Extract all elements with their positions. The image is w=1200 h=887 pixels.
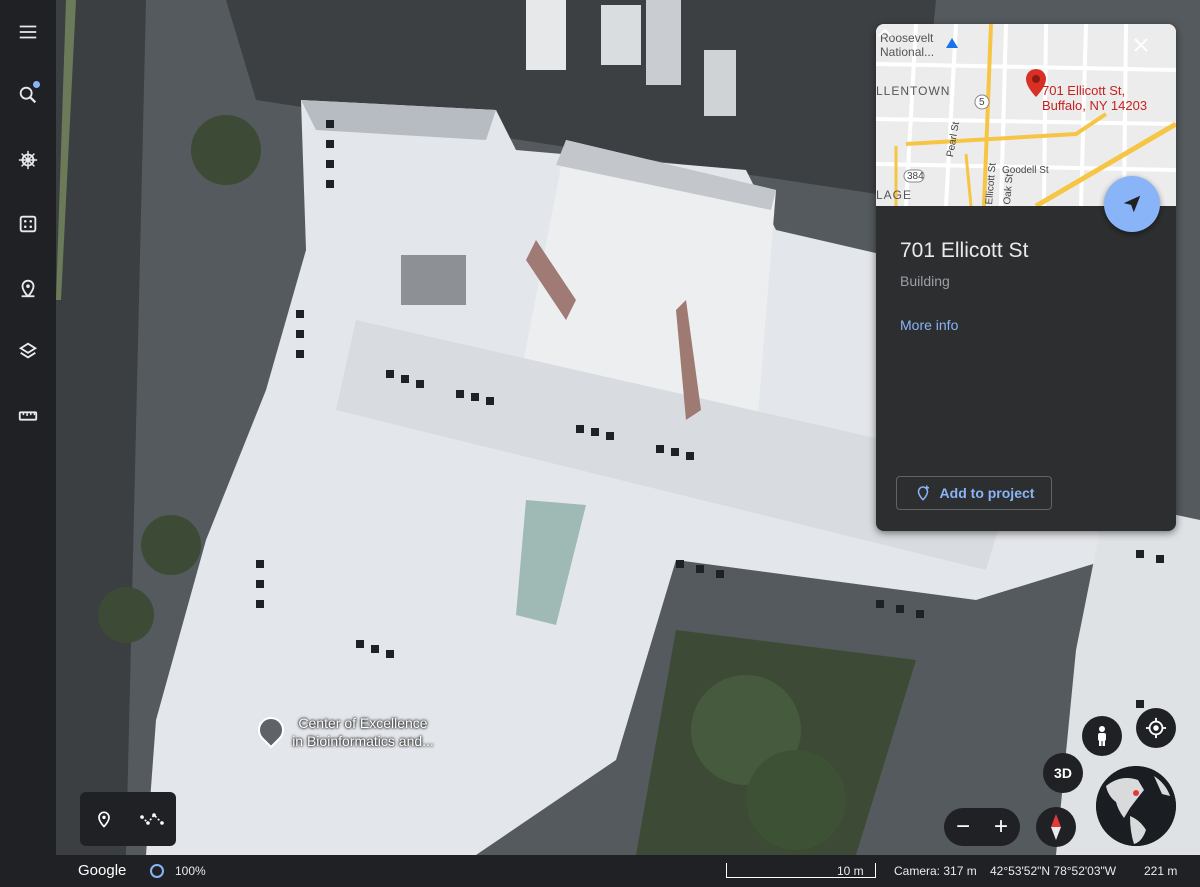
compass-button[interactable]	[1036, 807, 1076, 847]
projects-button[interactable]	[8, 268, 48, 308]
minimap-route-5: 5	[979, 97, 985, 108]
my-location-button[interactable]	[1136, 708, 1176, 748]
minimap-street-goodell: Goodell St	[1002, 165, 1049, 176]
close-icon	[1134, 38, 1148, 52]
menu-icon	[19, 25, 37, 39]
zoom-in-button[interactable]: +	[986, 815, 1016, 839]
compass-icon	[1051, 814, 1061, 840]
map-style-button[interactable]	[8, 331, 48, 371]
status-bar: Google 100% 10 m Camera: 317 m 42°53'52"…	[56, 855, 1200, 887]
menu-button[interactable]	[8, 12, 48, 52]
ruler-icon	[18, 411, 38, 421]
scale-label: 10 m	[837, 864, 864, 878]
pegman-button[interactable]	[1082, 716, 1122, 756]
minimap-address-line1: 701 Ellicott St,	[1042, 83, 1126, 98]
google-logo: Google	[78, 862, 127, 879]
minimap-district: LLENTOWN	[876, 84, 951, 98]
place-type: Building	[900, 273, 950, 289]
voyager-button[interactable]	[8, 140, 48, 180]
drawing-tools-panel	[80, 792, 176, 846]
measure-button[interactable]	[8, 396, 48, 436]
add-placemark-button[interactable]	[86, 801, 122, 837]
close-card-button[interactable]	[1132, 36, 1164, 68]
directions-button[interactable]	[1104, 176, 1160, 232]
notification-dot	[33, 81, 40, 88]
feeling-lucky-button[interactable]	[8, 204, 48, 244]
load-percentage: 100%	[175, 864, 206, 878]
pegman-icon	[1098, 726, 1106, 746]
draw-path-button[interactable]	[134, 801, 170, 837]
minimap-address-line2: Buffalo, NY 14203	[1042, 98, 1148, 113]
dice-icon	[19, 215, 37, 233]
elevation: 221 m	[1144, 864, 1178, 878]
camera-altitude: Camera: 317 m	[894, 864, 977, 878]
placemark-icon	[98, 811, 110, 828]
coordinates: 42°53'52"N 78°52'03"W	[990, 864, 1117, 878]
zoom-controls: − +	[944, 808, 1020, 846]
place-info-card: Roosevelt National... LLENTOWN LAGE 5 38…	[876, 24, 1176, 531]
add-to-project-label: Add to project	[939, 485, 1035, 501]
minimap-district-2: LAGE	[876, 188, 913, 202]
place-title: 701 Ellicott St	[900, 239, 1029, 262]
zoom-out-button[interactable]: −	[948, 815, 978, 839]
layers-icon	[18, 342, 38, 359]
crosshair-icon	[1145, 717, 1167, 739]
map-pin-icon	[21, 279, 35, 298]
globe-icon	[1096, 766, 1176, 846]
place-label[interactable]: Center of Excellence in Bioinformatics a…	[238, 711, 488, 750]
toggle-3d-label: 3D	[1054, 765, 1072, 781]
globe-navigator[interactable]	[1096, 766, 1176, 846]
add-location-icon	[917, 485, 929, 501]
more-info-link[interactable]: More info	[900, 317, 958, 333]
send-icon	[1123, 195, 1141, 213]
left-toolbar	[0, 0, 56, 887]
minimap-route-384: 384	[907, 171, 924, 182]
path-icon	[140, 813, 164, 825]
search-button[interactable]	[8, 75, 48, 115]
minimap-address: 701 Ellicott St, Buffalo, NY 14203	[1042, 83, 1147, 113]
collapse-chevron-icon[interactable]	[876, 24, 894, 42]
ship-wheel-icon	[18, 150, 38, 170]
toggle-3d-button[interactable]: 3D	[1043, 753, 1083, 793]
loading-ring-icon	[150, 864, 164, 878]
add-to-project-button[interactable]: Add to project	[896, 476, 1052, 510]
minimap-area-label-2: National...	[880, 45, 935, 59]
